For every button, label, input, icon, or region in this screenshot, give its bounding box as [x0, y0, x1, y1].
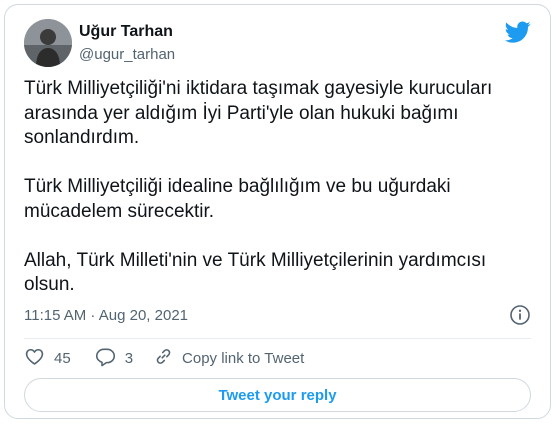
tweet-your-reply-button[interactable]: Tweet your reply: [24, 378, 531, 412]
reply-bubble-icon: [95, 346, 116, 371]
divider: [24, 338, 531, 339]
copy-link-label: Copy link to Tweet: [182, 349, 305, 367]
like-button[interactable]: 45: [24, 346, 71, 371]
info-icon[interactable]: [509, 304, 531, 326]
tweet-card: Uğur Tarhan @ugur_tarhan Türk Milliyetçi…: [4, 4, 551, 419]
avatar[interactable]: [24, 19, 72, 67]
heart-icon: [24, 346, 45, 371]
author-name[interactable]: Uğur Tarhan: [79, 23, 173, 41]
tweet-text: Türk Milliyetçiliği'ni iktidara taşımak …: [24, 78, 493, 295]
tweet-timestamp[interactable]: 11:15 AM · Aug 20, 2021: [24, 307, 188, 324]
copy-link-button[interactable]: Copy link to Tweet: [153, 346, 304, 371]
like-count: 45: [54, 349, 71, 367]
reply-button[interactable]: 3: [95, 346, 133, 371]
reply-count: 3: [124, 349, 134, 367]
twitter-bird-icon[interactable]: [504, 19, 531, 45]
author-handle[interactable]: @ugur_tarhan: [79, 46, 175, 63]
link-icon: [153, 346, 174, 371]
tweet-actions: 45 3 Copy link to Tweet: [24, 346, 304, 370]
